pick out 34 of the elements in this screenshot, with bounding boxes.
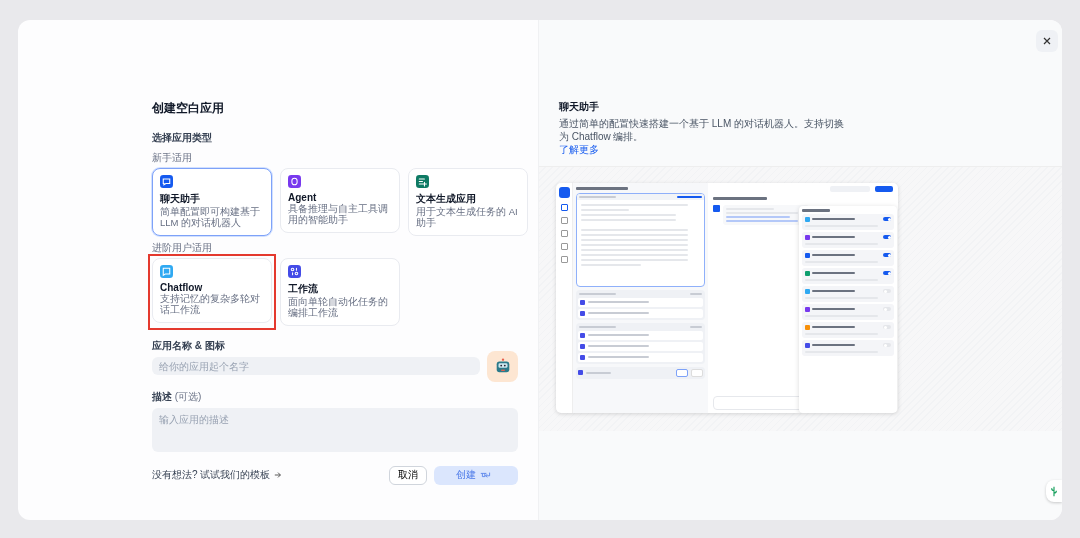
app-type-description: 支持记忆的复杂多轮对话工作流 [160, 293, 261, 316]
app-type-card[interactable]: 文本生成应用 用于文本生成任务的 AI 助手 [408, 168, 528, 236]
app-type-name: Agent [288, 192, 317, 203]
app-type-description: 用于文本生成任务的 AI 助手 [416, 207, 519, 229]
field-label: 描述 [152, 390, 172, 402]
app-type-name: Chatflow [160, 281, 203, 293]
template-link[interactable]: 没有想法? 试试我们的模板 [152, 468, 283, 483]
app-name-field[interactable]: 给你的应用起个名字 [152, 357, 480, 376]
close-icon [1042, 36, 1052, 46]
app-type-name: 聊天助手 [160, 192, 200, 206]
close-button[interactable] [1036, 30, 1058, 52]
section-label: 选择应用类型 [152, 131, 213, 145]
app-icon-button[interactable] [487, 350, 518, 382]
dialog-title: 创建空白应用 [152, 100, 225, 117]
field-label: 应用名称 & 图标 [152, 338, 226, 353]
learn-more-link[interactable]: 了解更多 [559, 143, 599, 156]
description-field[interactable]: 输入应用的描述 [152, 407, 518, 452]
app-type-card[interactable]: Agent 具备推理与自主工具调用的智能助手 [280, 168, 400, 233]
app-type-description: 具备推理与自主工具调用的智能助手 [288, 204, 389, 226]
group-label: 进阶用户适用 [152, 240, 213, 255]
app-type-card[interactable]: Chatflow 支持记忆的复杂多轮对话工作流 [152, 257, 272, 323]
plant-icon [1050, 485, 1058, 497]
group-label: 新手适用 [152, 151, 193, 165]
arrow-right-icon [274, 471, 283, 480]
app-type-description: 简单配置即可构建基于 LLM 的对话机器人 [160, 207, 261, 229]
cancel-button[interactable]: 取消 [389, 465, 427, 485]
preview-description: 通过简单的配置快速搭建一个基于 LLM 的对话机器人。支持切换为 Chatflow 编排。 [559, 117, 845, 143]
app-type-name: 文本生成应用 [416, 192, 476, 206]
app-type-name: 工作流 [288, 281, 318, 296]
app-type-description: 面向单轮自动化任务的编排工作流 [288, 296, 389, 319]
optional-hint: (可选) [174, 390, 202, 402]
app-type-card[interactable]: 聊天助手 简单配置即可构建基于 LLM 的对话机器人 [152, 168, 272, 236]
app-type-card[interactable]: 工作流 面向单轮自动化任务的编排工作流 [280, 257, 400, 326]
preview-title: 聊天助手 [559, 100, 600, 114]
